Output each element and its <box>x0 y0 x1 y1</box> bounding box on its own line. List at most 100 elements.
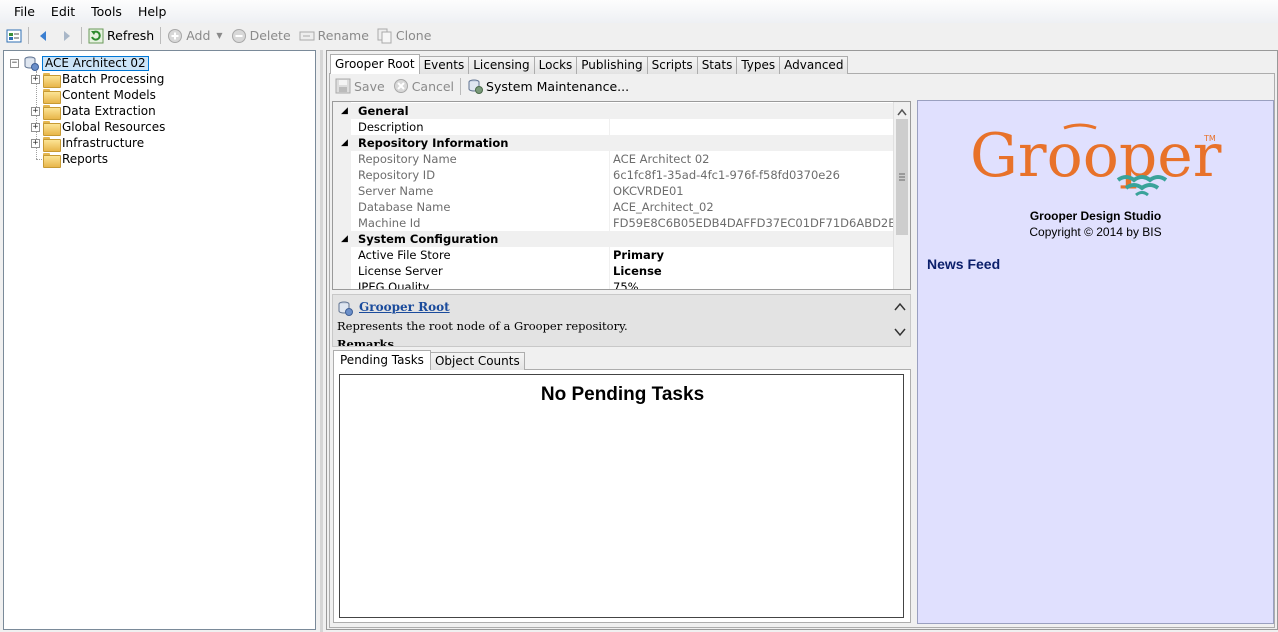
forward-arrow-icon <box>59 28 75 44</box>
tab-pending-tasks[interactable]: Pending Tasks <box>333 350 431 370</box>
scroll-up-icon[interactable] <box>894 301 906 315</box>
expand-icon[interactable]: + <box>31 138 40 148</box>
category-system-configuration[interactable]: ◢ System Configuration <box>333 231 894 247</box>
clone-icon <box>377 28 393 44</box>
menu-edit[interactable]: Edit <box>43 0 83 23</box>
editor-tabs: Grooper Root Events Licensing Locks Publ… <box>330 54 849 74</box>
editor-toolbar: Save Cancel System Maintenance... <box>331 75 633 97</box>
property-grid[interactable]: ◢ General Description ◢ Repository Informa… <box>332 101 911 290</box>
column-divider <box>609 215 610 231</box>
folder-icon <box>43 104 61 120</box>
system-maintenance-button[interactable]: System Maintenance... <box>463 76 633 97</box>
lower-tabs: Pending Tasks Object Counts <box>333 349 525 370</box>
property-value: ACE_Architect_02 <box>613 200 714 214</box>
property-name: Active File Store <box>358 248 451 262</box>
property-name: Repository Name <box>358 152 457 166</box>
tree-node-content-models[interactable]: Content Models <box>31 87 156 104</box>
clone-label: Clone <box>395 28 432 43</box>
tab-events[interactable]: Events <box>418 56 470 74</box>
back-button[interactable] <box>31 25 55 46</box>
tab-stats[interactable]: Stats <box>696 56 738 74</box>
system-maintenance-label: System Maintenance... <box>486 78 630 94</box>
tree-node-global-resources[interactable]: + Global Resources <box>31 119 165 136</box>
property-active-file-store[interactable]: Active File Store Primary <box>333 247 894 263</box>
forward-button[interactable] <box>55 25 79 46</box>
property-machine-id[interactable]: Machine Id FD59E8C6B05EDB4DAFFD37EC01DF71… <box>333 215 910 231</box>
add-button[interactable]: Add ▼ <box>163 25 226 46</box>
refresh-button[interactable]: Refresh <box>84 25 158 46</box>
news-panel: Grooper TM Grooper Design Studio Copyrig… <box>917 100 1274 624</box>
save-button[interactable]: Save <box>331 76 389 97</box>
tab-types[interactable]: Types <box>736 56 781 74</box>
expand-icon[interactable]: + <box>31 122 40 132</box>
tab-advanced[interactable]: Advanced <box>779 56 849 74</box>
collapse-triangle-icon[interactable]: ◢ <box>341 135 348 151</box>
folder-icon <box>43 136 61 152</box>
folder-icon <box>43 88 61 104</box>
tree-node-infrastructure[interactable]: + Infrastructure <box>31 135 145 152</box>
news-feed-heading: News Feed <box>927 256 1001 272</box>
toolbar-separator <box>160 27 162 44</box>
collapse-icon[interactable]: − <box>10 58 19 68</box>
tree-node-root[interactable]: − ACE Architect 02 <box>10 55 149 71</box>
tab-licensing[interactable]: Licensing <box>468 56 535 74</box>
tree-node-reports[interactable]: Reports <box>31 151 109 168</box>
tree-view-button[interactable] <box>2 25 26 46</box>
tree-node-label: Reports <box>62 152 109 166</box>
tree-node-batch-processing[interactable]: + Batch Processing <box>31 71 165 88</box>
tab-object-counts[interactable]: Object Counts <box>429 352 525 370</box>
property-repository-id[interactable]: Repository ID 6c1fc8f1-35ad-4fc1-976f-f58… <box>333 167 894 183</box>
tab-locks[interactable]: Locks <box>533 56 578 74</box>
description-title-link[interactable]: Grooper Root <box>359 300 450 314</box>
clone-button[interactable]: Clone <box>373 25 435 46</box>
add-icon <box>167 28 183 44</box>
property-license-server[interactable]: License Server License <box>333 263 894 279</box>
property-jpeg-quality[interactable]: JPEG Quality 75% <box>333 279 894 290</box>
column-divider <box>609 199 610 215</box>
tree-node-data-extraction[interactable]: + Data Extraction <box>31 103 156 120</box>
delete-label: Delete <box>249 28 291 43</box>
property-value: 6c1fc8f1-35ad-4fc1-976f-f58fd0370e26 <box>613 168 840 182</box>
category-general[interactable]: ◢ General <box>333 103 894 119</box>
scroll-down-icon[interactable] <box>894 326 906 340</box>
save-label: Save <box>354 78 385 94</box>
database-icon <box>23 55 39 71</box>
category-label: Repository Information <box>358 136 509 150</box>
property-name: JPEG Quality <box>358 280 430 290</box>
tree-node-label: Batch Processing <box>62 72 165 86</box>
property-server-name[interactable]: Server Name OKCVRDE01 <box>333 183 894 199</box>
collapse-triangle-icon[interactable]: ◢ <box>341 231 348 247</box>
grooper-logo: Grooper TM <box>970 121 1222 197</box>
cancel-button[interactable]: Cancel <box>389 76 458 97</box>
tab-grooper-root[interactable]: Grooper Root <box>330 54 420 74</box>
remarks-heading: Remarks <box>337 337 394 347</box>
tree-node-label: Infrastructure <box>62 136 145 150</box>
copyright-text: Copyright © 2014 by BIS <box>1029 225 1162 239</box>
tab-scripts[interactable]: Scripts <box>646 56 698 74</box>
delete-button[interactable]: Delete <box>227 25 295 46</box>
menu-help[interactable]: Help <box>130 0 175 23</box>
database-icon <box>337 300 353 316</box>
category-repository-information[interactable]: ◢ Repository Information <box>333 135 894 151</box>
node-tree[interactable]: − ACE Architect 02 + Batch Processing Co… <box>3 50 316 630</box>
property-grid-scrollbar[interactable] <box>893 102 910 289</box>
expand-icon[interactable]: + <box>31 74 40 84</box>
property-repository-name[interactable]: Repository Name ACE Architect 02 <box>333 151 894 167</box>
tab-publishing[interactable]: Publishing <box>576 56 648 74</box>
expand-icon[interactable]: + <box>31 106 40 116</box>
folder-icon <box>43 72 61 88</box>
save-icon <box>335 78 351 94</box>
column-divider <box>609 151 610 167</box>
cancel-icon <box>393 78 409 94</box>
property-database-name[interactable]: Database Name ACE_Architect_02 <box>333 199 894 215</box>
property-description[interactable]: Description <box>333 119 894 135</box>
rename-button[interactable]: Rename <box>295 25 373 46</box>
menu-tools[interactable]: Tools <box>83 0 130 23</box>
menu-file[interactable]: File <box>6 0 43 23</box>
property-name: Description <box>358 120 424 134</box>
property-name: Machine Id <box>358 216 421 230</box>
category-label: General <box>358 104 409 118</box>
collapse-triangle-icon[interactable]: ◢ <box>341 103 348 119</box>
panel-splitter[interactable] <box>320 50 323 632</box>
property-name: Repository ID <box>358 168 436 182</box>
